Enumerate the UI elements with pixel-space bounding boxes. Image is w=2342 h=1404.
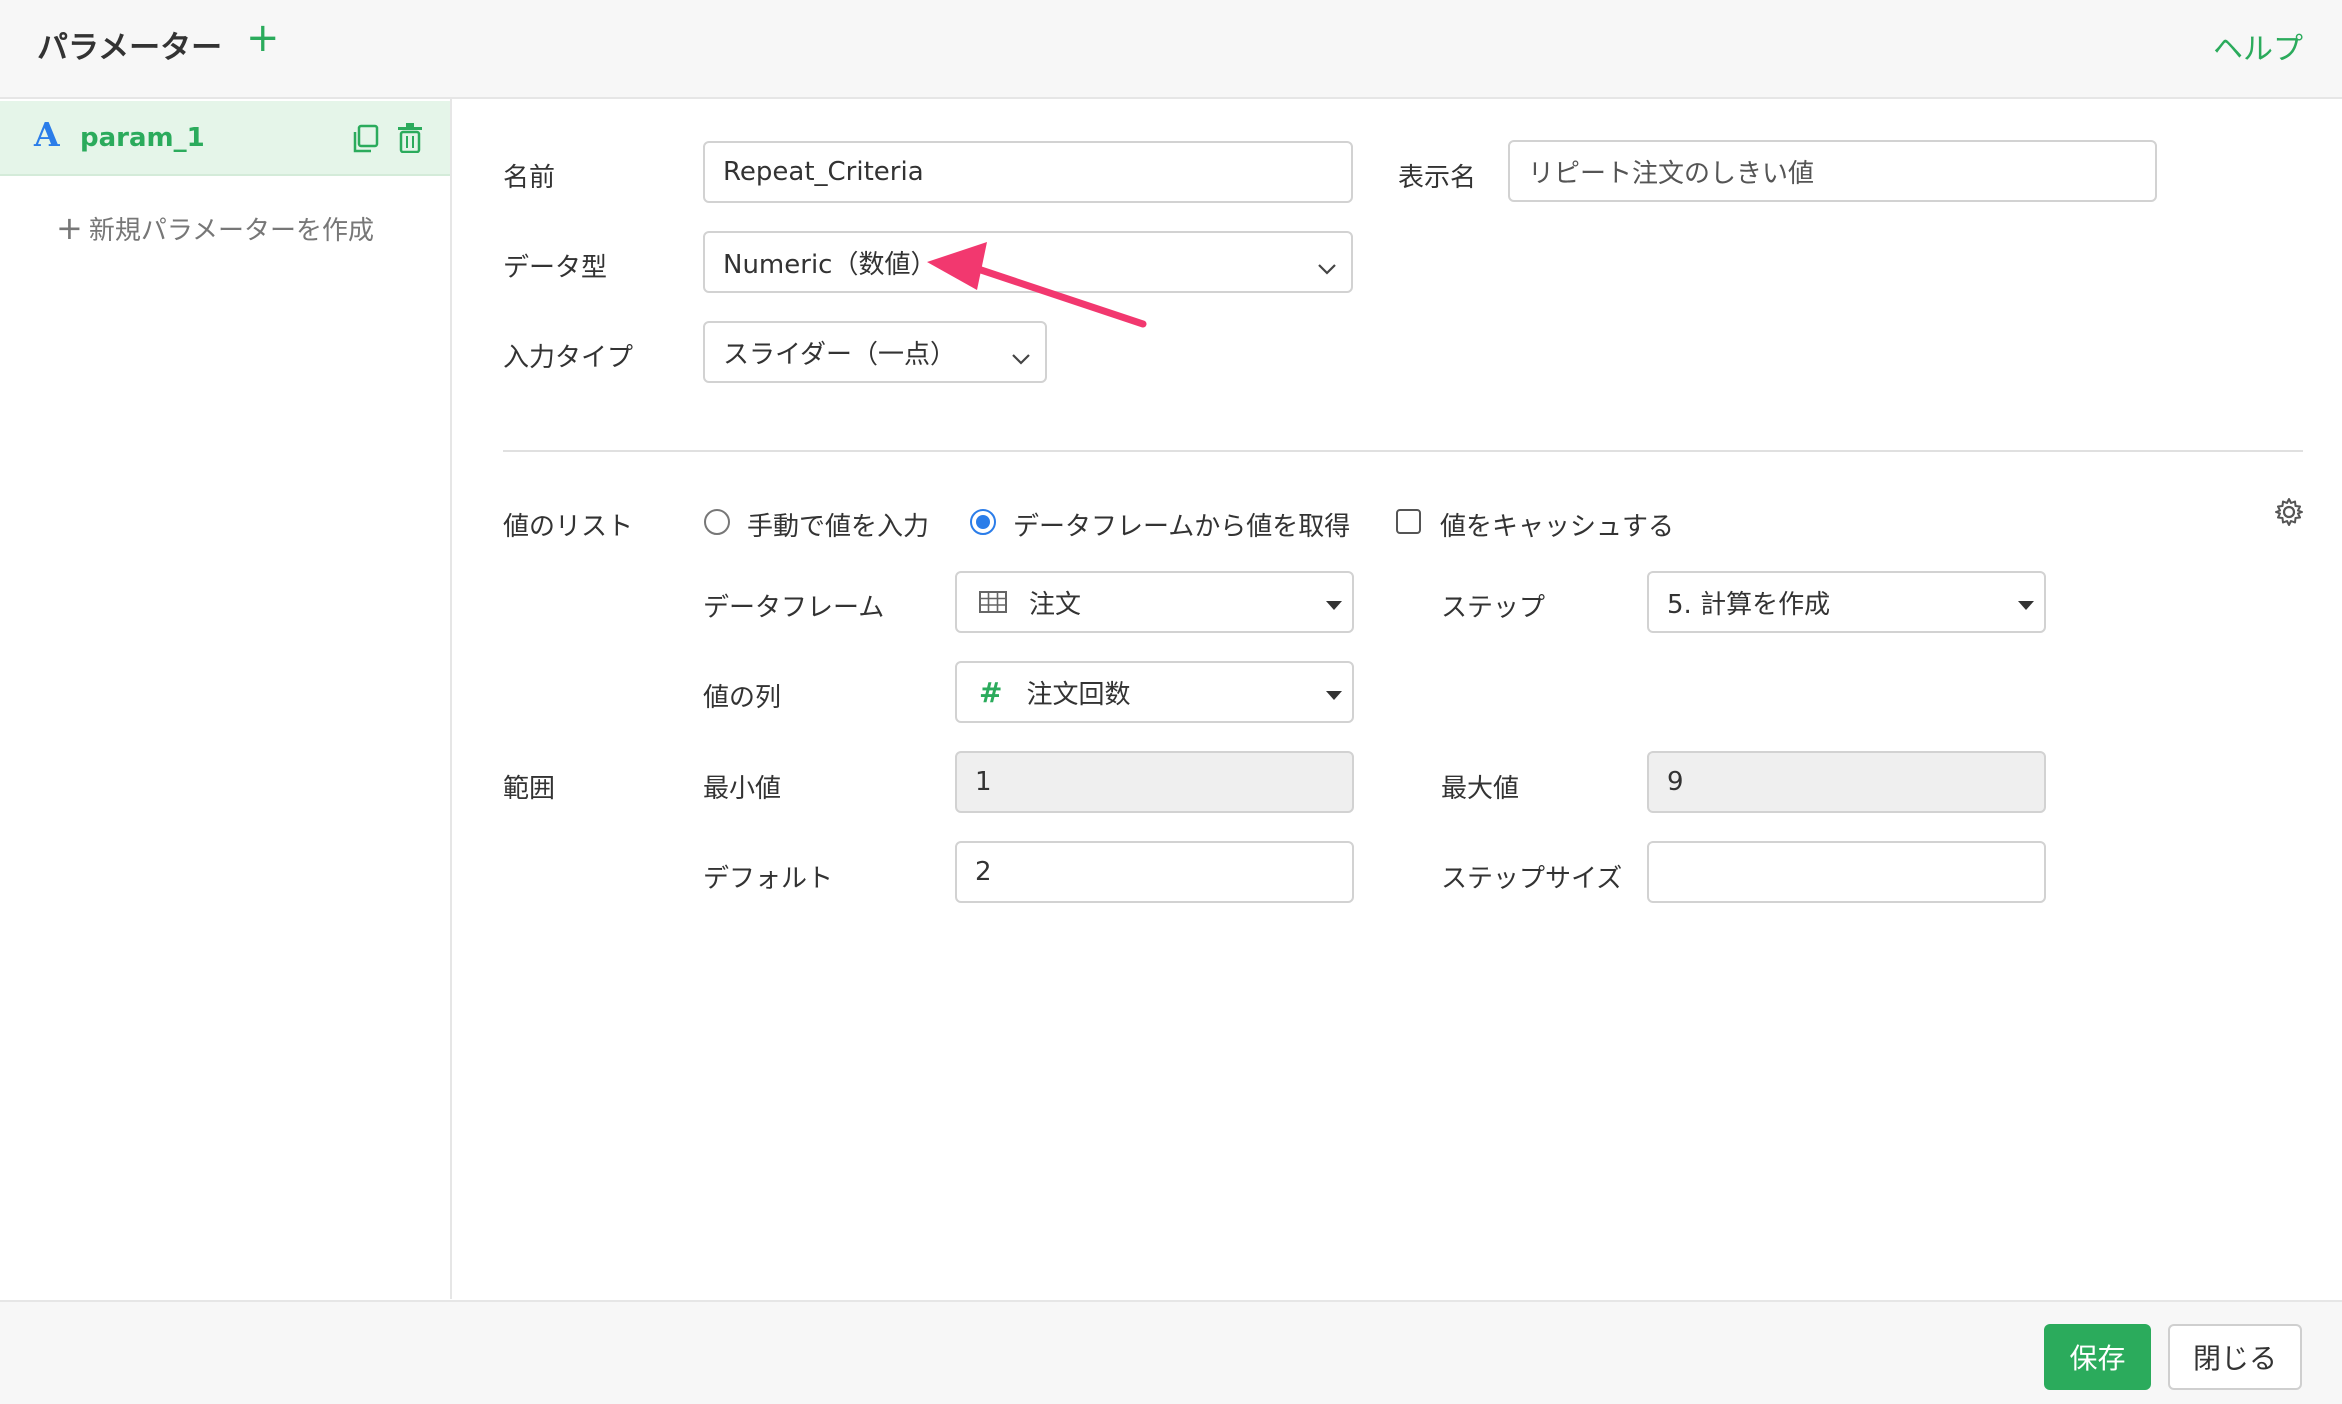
display-name-input-value: リピート注文のしきい値 [1528, 158, 1815, 189]
close-button[interactable]: 閉じる [2168, 1324, 2302, 1390]
dataframe-source-label[interactable]: データフレームから値を取得 [1013, 506, 1350, 543]
max-label: 最大値 [1441, 774, 1520, 804]
caret-down-icon [1326, 691, 1342, 700]
parameter-list-item[interactable]: A param_1 [0, 101, 450, 176]
name-label: 名前 [503, 163, 556, 193]
new-parameter-link[interactable]: + 新規パラメーターを作成 [56, 209, 374, 247]
column-value: 注文回数 [1026, 679, 1131, 710]
section-divider [503, 450, 2303, 452]
text-type-icon: A [34, 115, 60, 154]
dataframe-select[interactable]: 注文 [955, 571, 1354, 633]
value-list-label: 値のリスト [503, 512, 634, 542]
dialog-title: パラメーター [37, 30, 223, 66]
step-label: ステップ [1441, 593, 1546, 623]
copy-icon[interactable] [351, 124, 379, 158]
min-value: 1 [975, 767, 992, 797]
dataframe-source-radio[interactable] [970, 509, 996, 535]
help-link[interactable]: ヘルプ [2213, 24, 2303, 68]
max-value-field: 9 [1647, 751, 2046, 813]
column-select[interactable]: # 注文回数 [955, 661, 1354, 723]
caret-down-icon [2018, 601, 2034, 610]
step-size-input[interactable] [1647, 841, 2046, 903]
default-value: 2 [975, 857, 992, 887]
manual-input-radio[interactable] [704, 509, 730, 535]
name-input-value: Repeat_Criteria [723, 157, 924, 187]
default-label: デフォルト [703, 864, 834, 894]
default-value-input[interactable]: 2 [955, 841, 1354, 903]
table-icon [979, 591, 1007, 613]
data-type-value: Numeric（数値） [723, 249, 937, 280]
parameter-name: param_1 [80, 123, 205, 153]
new-parameter-label: 新規パラメーターを作成 [88, 216, 375, 246]
caret-down-icon [1326, 601, 1342, 610]
dialog-footer: 保存 閉じる [0, 1300, 2342, 1404]
step-select[interactable]: 5. 計算を作成 [1647, 571, 2046, 633]
step-size-label: ステップサイズ [1441, 864, 1623, 894]
chevron-down-icon [1317, 253, 1337, 283]
column-label: 値の列 [703, 683, 782, 713]
min-label: 最小値 [703, 774, 782, 804]
dataframe-value: 注文 [1029, 589, 1082, 620]
name-input[interactable]: Repeat_Criteria [703, 141, 1353, 203]
cache-checkbox[interactable] [1396, 509, 1421, 534]
trash-icon[interactable] [397, 123, 423, 157]
max-value: 9 [1667, 767, 1684, 797]
cache-label[interactable]: 値をキャッシュする [1440, 506, 1674, 543]
dialog-header: パラメーター + ヘルプ [0, 0, 2342, 99]
chevron-down-icon [1011, 343, 1031, 373]
save-button[interactable]: 保存 [2044, 1324, 2151, 1390]
manual-input-label[interactable]: 手動で値を入力 [747, 506, 929, 543]
parameter-sidebar: A param_1 + 新規パラメーターを作成 [0, 99, 452, 1299]
display-name-label: 表示名 [1398, 163, 1477, 193]
display-name-input[interactable]: リピート注文のしきい値 [1508, 140, 2157, 202]
data-type-label: データ型 [503, 253, 608, 283]
range-label: 範囲 [503, 774, 556, 804]
step-value: 5. 計算を作成 [1667, 589, 1831, 620]
hash-icon: # [979, 675, 1003, 709]
annotation-arrow-icon [927, 242, 1147, 328]
add-parameter-button[interactable]: + [246, 18, 280, 58]
plus-icon: + [56, 209, 83, 247]
input-type-label: 入力タイプ [503, 343, 634, 373]
dataframe-label: データフレーム [703, 593, 885, 623]
min-value-field: 1 [955, 751, 1354, 813]
gear-icon[interactable] [2274, 497, 2304, 531]
